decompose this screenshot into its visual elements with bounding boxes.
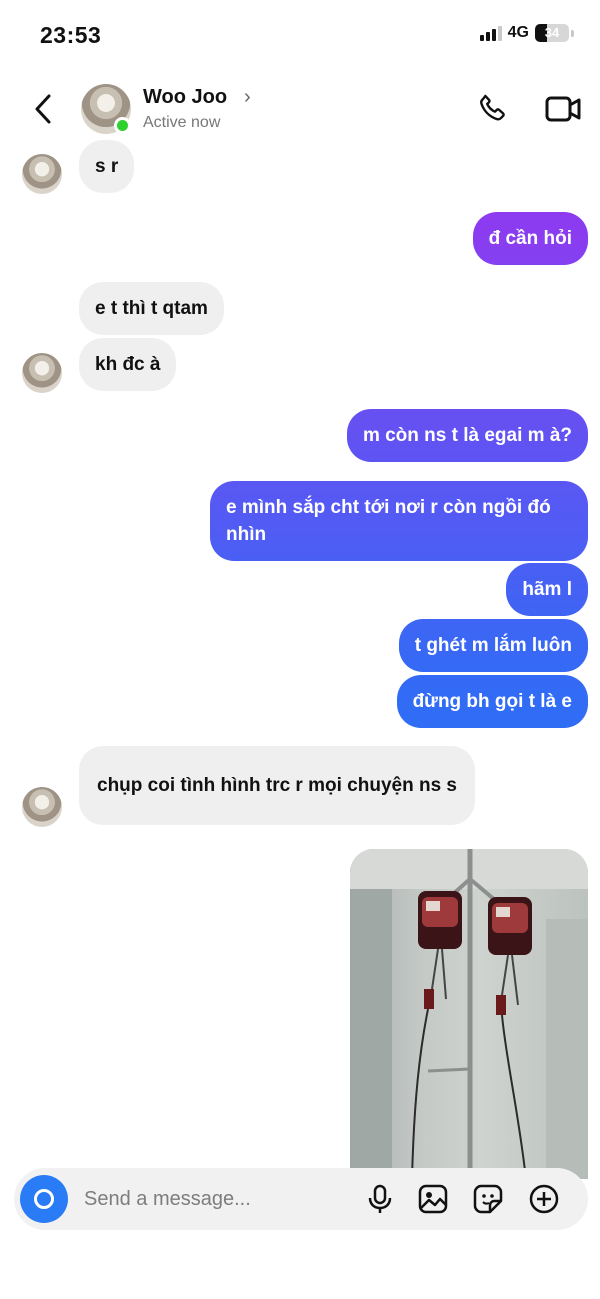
- image-icon: [418, 1184, 448, 1214]
- sticker-icon: [473, 1184, 503, 1214]
- online-indicator: [114, 117, 131, 134]
- message-outgoing[interactable]: m còn ns t là egai m à?: [346, 409, 588, 462]
- message-input[interactable]: [84, 1182, 344, 1216]
- active-status: Active now: [143, 114, 221, 131]
- signal-icon: [479, 25, 502, 41]
- message-outgoing[interactable]: e mình sắp cht tới nơi r còn ngồi đó nhì…: [210, 481, 588, 561]
- back-button[interactable]: [30, 92, 58, 126]
- message-composer: [14, 1168, 588, 1230]
- microphone-button[interactable]: [364, 1183, 396, 1215]
- sender-avatar[interactable]: [22, 154, 62, 194]
- chevron-right-icon[interactable]: ›: [244, 86, 251, 109]
- more-options-button[interactable]: [528, 1183, 560, 1215]
- phone-icon: [480, 94, 505, 121]
- sender-avatar[interactable]: [22, 787, 62, 827]
- chevron-left-icon: [35, 94, 51, 124]
- video-camera-icon: [545, 96, 581, 122]
- message-outgoing[interactable]: hãm l: [506, 563, 588, 616]
- sticker-button[interactable]: [472, 1183, 504, 1215]
- plus-circle-icon: [529, 1184, 559, 1214]
- gallery-button[interactable]: [417, 1183, 449, 1215]
- status-time: 23:53: [40, 22, 102, 48]
- microphone-icon: [368, 1184, 392, 1213]
- call-button[interactable]: [476, 91, 510, 125]
- video-call-button[interactable]: [544, 93, 582, 125]
- message-outgoing[interactable]: đừng bh gọi t là e: [396, 675, 588, 728]
- contact-name[interactable]: Woo Joo: [143, 86, 227, 109]
- message-outgoing[interactable]: đ cần hỏi: [472, 212, 588, 265]
- battery-cap: [571, 29, 574, 37]
- message-incoming[interactable]: kh đc à: [79, 338, 177, 391]
- chat-header: Woo Joo › Active now: [0, 76, 600, 142]
- battery-icon: 34: [535, 24, 569, 42]
- message-incoming[interactable]: e t thì t qtam: [79, 282, 224, 335]
- sender-avatar[interactable]: [22, 353, 62, 393]
- photo-content: [350, 849, 588, 1179]
- message-incoming[interactable]: chụp coi tình hình trc r mọi chuyện ns s: [79, 746, 475, 825]
- camera-icon: [34, 1189, 54, 1209]
- photo-message[interactable]: [350, 849, 588, 1179]
- battery-level: 34: [544, 25, 560, 40]
- message-outgoing[interactable]: t ghét m lắm luôn: [398, 619, 588, 672]
- camera-button[interactable]: [20, 1175, 68, 1223]
- status-indicators: 4G 34: [479, 24, 574, 42]
- status-bar: 23:53 4G 34: [0, 0, 600, 70]
- message-incoming[interactable]: s r: [79, 140, 135, 193]
- network-label: 4G: [507, 24, 529, 41]
